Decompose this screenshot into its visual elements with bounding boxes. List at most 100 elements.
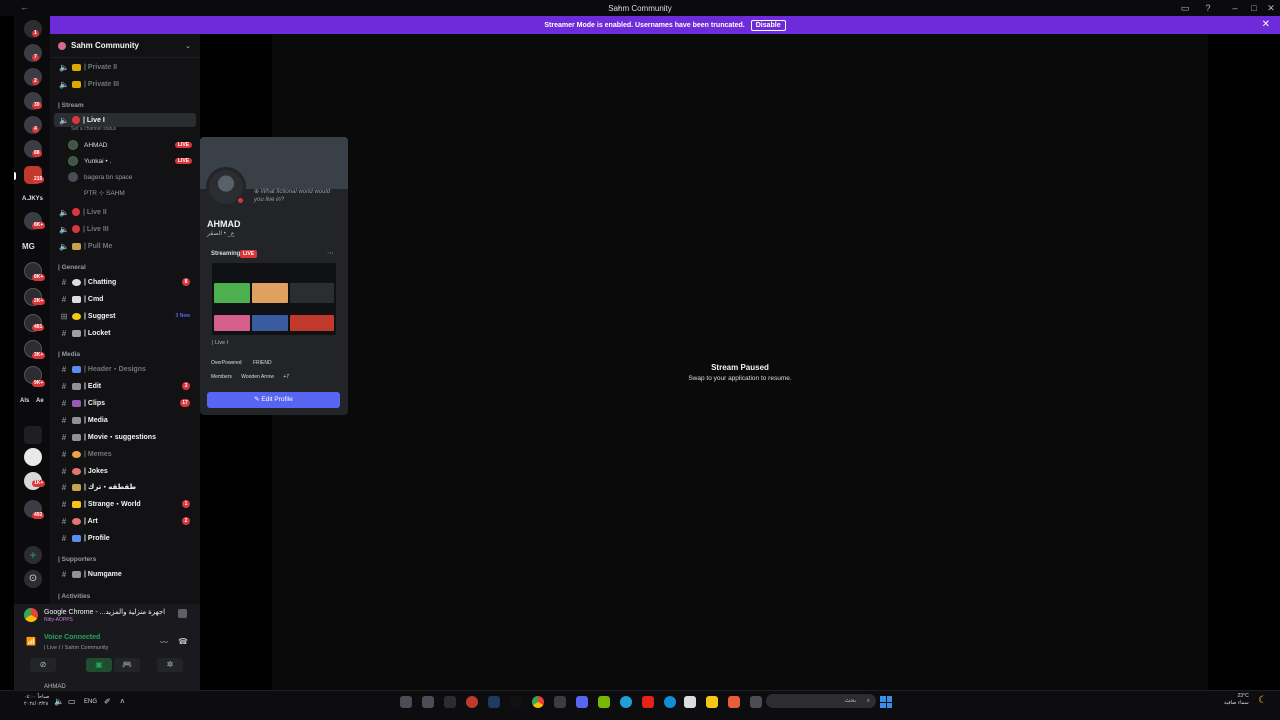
taskbar-search[interactable]: بحث ⌕ bbox=[766, 694, 876, 708]
channel-strange-world[interactable]: # | Strange・World 1 bbox=[54, 497, 196, 511]
minimize-icon[interactable]: – bbox=[1230, 3, 1240, 13]
taskbar-app-icon[interactable] bbox=[422, 696, 434, 708]
channel-media[interactable]: # | Media bbox=[54, 413, 196, 427]
language-indicator[interactable]: ENG bbox=[84, 699, 97, 705]
channel-status[interactable]: Set a channel status bbox=[71, 126, 116, 132]
activity-icon[interactable]: 🎮 bbox=[114, 658, 140, 672]
streaming-channel[interactable]: | Live I bbox=[212, 340, 228, 346]
windows-start-icon[interactable] bbox=[880, 696, 892, 708]
channel-profile[interactable]: # | Profile bbox=[54, 531, 196, 545]
close-banner-icon[interactable]: ✕ bbox=[1262, 19, 1270, 30]
weather-widget[interactable]: 23°C سماء صافية bbox=[1224, 693, 1249, 707]
telegram-icon[interactable] bbox=[620, 696, 632, 708]
category-media[interactable]: | Media bbox=[58, 351, 80, 358]
channel-live-iii[interactable]: 🔈 | Live III bbox=[54, 222, 196, 236]
nvidia-icon[interactable] bbox=[598, 696, 610, 708]
category-general[interactable]: | General bbox=[58, 264, 86, 271]
disable-button[interactable]: Disable bbox=[750, 19, 786, 31]
channel-movie-suggestions[interactable]: # | Movie・suggestions bbox=[54, 430, 196, 444]
category-stream[interactable]: | Stream bbox=[58, 102, 84, 109]
live-badge: LIVE bbox=[240, 250, 258, 258]
screen-share-icon[interactable]: ▣ bbox=[86, 658, 112, 672]
voice-user[interactable]: Yunkai • . LIVE bbox=[68, 154, 196, 168]
server-icon[interactable] bbox=[24, 426, 42, 444]
camera-off-icon[interactable]: ⊘ bbox=[30, 658, 56, 672]
file-explorer-icon[interactable] bbox=[706, 696, 718, 708]
task-view-icon[interactable] bbox=[750, 696, 762, 708]
profile-popout: ⊕ What fictional world would you live in… bbox=[200, 137, 348, 415]
add-server-icon[interactable]: + bbox=[24, 546, 42, 564]
server-badge: 492 bbox=[32, 512, 45, 519]
help-icon[interactable]: ? bbox=[1203, 3, 1213, 13]
close-window-icon[interactable]: ✕ bbox=[1266, 3, 1276, 13]
youtube-icon[interactable] bbox=[642, 696, 654, 708]
taskbar-clock[interactable]: صباحاً ٠٤:٠٠ ٢٠٢٤/٠٣/٢٨ bbox=[24, 694, 49, 708]
guild-header[interactable]: Sahm Community ⌄ bbox=[50, 34, 200, 58]
stream-preview[interactable] bbox=[212, 263, 336, 335]
voice-status[interactable]: Voice Connected bbox=[44, 634, 100, 641]
voice-user[interactable]: PTR ⊹ SAHM bbox=[68, 186, 196, 200]
voice-location[interactable]: | Live I / Sahm Community bbox=[44, 645, 108, 651]
channel-header-designs[interactable]: # | Header・Designs bbox=[54, 362, 196, 376]
channel-numgame[interactable]: # | Numgame bbox=[54, 567, 196, 581]
voice-user[interactable]: AHMAD LIVE bbox=[68, 138, 196, 152]
category-supporters[interactable]: | Supporters bbox=[58, 556, 96, 563]
custom-status-bubble[interactable]: ⊕ What fictional world would you live in… bbox=[254, 188, 340, 204]
discord-icon[interactable] bbox=[576, 696, 588, 708]
edit-profile-button[interactable]: ✎ Edit Profile bbox=[207, 392, 340, 408]
role-list: Members Wooden Arrow +7 bbox=[211, 374, 297, 380]
taskbar-app-icon[interactable] bbox=[488, 696, 500, 708]
speaker-icon: 🔈 bbox=[59, 79, 69, 89]
server-badge: 3K+ bbox=[32, 352, 46, 359]
channel-locket[interactable]: # | Locket bbox=[54, 326, 196, 340]
server-icon[interactable] bbox=[24, 448, 42, 466]
channel-suggest[interactable]: ⊞ | Suggest 3 New bbox=[54, 309, 196, 323]
more-options-icon[interactable]: ⋯ bbox=[327, 249, 334, 257]
channel-pull-me[interactable]: 🔈 | Pull Me bbox=[54, 239, 196, 253]
channel-memes[interactable]: # | Memes bbox=[54, 447, 196, 461]
network-icon[interactable]: ▭ bbox=[68, 697, 76, 706]
channel-private-ii[interactable]: 🔈 | Private II bbox=[54, 60, 196, 74]
taskbar-app-icon[interactable] bbox=[400, 696, 412, 708]
pen-icon[interactable]: ✐ bbox=[104, 697, 111, 706]
activity-options-icon[interactable] bbox=[178, 609, 187, 618]
disconnect-icon[interactable]: ☎ bbox=[178, 637, 188, 646]
speaker-icon[interactable]: 🔈 bbox=[54, 697, 64, 706]
channel-cmd[interactable]: # | Cmd bbox=[54, 292, 196, 306]
noise-suppression-icon[interactable]: 〰 bbox=[160, 637, 168, 648]
taskbar-app-icon[interactable] bbox=[444, 696, 456, 708]
discover-icon[interactable]: ⊙ bbox=[24, 570, 42, 588]
channel-chatting[interactable]: # | Chatting 8 bbox=[54, 275, 196, 289]
category-activities[interactable]: | Activities bbox=[58, 593, 90, 600]
server-folder-label: A.JKYs bbox=[22, 196, 44, 202]
streaming-label: Streaming bbox=[211, 251, 241, 257]
maximize-icon[interactable]: □ bbox=[1249, 3, 1259, 13]
steam-icon[interactable] bbox=[554, 696, 566, 708]
soundboard-icon[interactable]: ✲ bbox=[157, 658, 183, 672]
store-icon[interactable] bbox=[684, 696, 696, 708]
server-folder-label: Ae bbox=[36, 398, 44, 404]
channel-edit[interactable]: # | Edit 3 bbox=[54, 379, 196, 393]
channel-private-iii[interactable]: 🔈 | Private III bbox=[54, 77, 196, 91]
new-posts-tag: 3 New bbox=[175, 313, 190, 319]
channel-tiktok[interactable]: # | طقطقه・ترك bbox=[54, 480, 196, 494]
channel-live-ii[interactable]: 🔈 | Live II bbox=[54, 205, 196, 219]
signal-icon[interactable]: 📶 bbox=[26, 637, 36, 646]
activity-name: Google Chrome - ...اجهزة منزلية والمزيد bbox=[44, 609, 166, 616]
chevron-up-icon[interactable]: ˄ bbox=[120, 697, 125, 706]
voice-user[interactable]: bagera bn space bbox=[68, 170, 196, 184]
server-folder-label[interactable]: MG bbox=[22, 242, 35, 251]
chrome-icon[interactable] bbox=[532, 696, 544, 708]
channel-jokes[interactable]: # | Jokes bbox=[54, 464, 196, 478]
channel-art[interactable]: # | Art 2 bbox=[54, 514, 196, 528]
channel-live-i[interactable]: 🔈 | Live I bbox=[54, 113, 196, 127]
tiktok-icon[interactable] bbox=[510, 696, 522, 708]
taskbar-app-icon[interactable] bbox=[466, 696, 478, 708]
stream-stage[interactable]: Stream Paused Swap to your application t… bbox=[272, 34, 1208, 690]
server-badge: 88 bbox=[32, 150, 42, 157]
copilot-icon[interactable] bbox=[728, 696, 740, 708]
edge-icon[interactable] bbox=[664, 696, 676, 708]
inbox-icon[interactable]: ▭ bbox=[1180, 3, 1190, 13]
more-roles[interactable]: +7 bbox=[283, 374, 289, 380]
channel-clips[interactable]: # | Clips 17 bbox=[54, 396, 196, 410]
